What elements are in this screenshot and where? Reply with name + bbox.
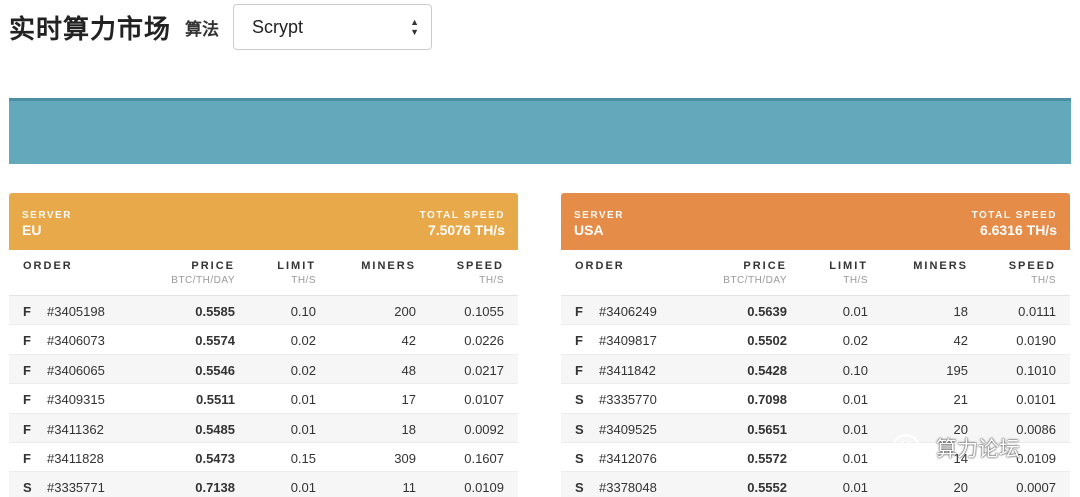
watermark: 算力论坛 [892,433,1020,463]
table-row[interactable]: F #3406065 0.5546 0.02 48 0.0217 [9,354,518,385]
algorithm-label: 算法 [185,19,220,40]
server-panel-eu: SERVER EU TOTAL SPEED 7.5076 TH/s ORDER … [9,193,518,497]
orders-table-usa: F #3406249 0.5639 0.01 18 0.0111 F #3409817 0.5… [561,296,1070,497]
total-speed-caption: TOTAL SPEED [971,210,1057,221]
server-caption: SERVER [22,210,72,221]
table-row[interactable]: F #3411362 0.5485 0.01 18 0.0092 [9,413,518,443]
table-row[interactable]: S #3335771 0.7138 0.01 11 0.0109 [9,472,518,497]
panel-header-eu: SERVER EU TOTAL SPEED 7.5076 TH/s [9,193,518,250]
table-row[interactable]: F #3409315 0.5511 0.01 17 0.0107 [9,384,518,414]
column-limit[interactable]: LIMIT TH/S [829,260,868,286]
select-arrows-icon: ▲ ▼ [410,17,420,37]
table-row[interactable]: F #3406073 0.5574 0.02 42 0.0226 [9,325,518,355]
algorithm-select-value: Scrypt [252,16,304,37]
column-miners[interactable]: MINERS [913,260,968,272]
wechat-icon [892,434,929,462]
table-row[interactable]: S #3378048 0.5552 0.01 20 0.0007 [561,472,1070,497]
page-title: 实时算力市场 [9,14,172,45]
page-header: 实时算力市场 算法 Scrypt ▲ ▼ [9,4,433,50]
column-speed[interactable]: SPEED TH/S [1009,260,1056,286]
algorithm-select[interactable]: Scrypt ▲ ▼ [233,4,433,50]
total-speed-value: 7.5076 TH/s [427,222,505,238]
table-row[interactable]: F #3411828 0.5473 0.15 309 0.1607 [9,443,518,473]
watermark-text: 算力论坛 [936,437,1020,461]
total-speed-value: 6.6316 TH/s [979,222,1057,238]
server-caption: SERVER [574,210,624,221]
column-price[interactable]: PRICE BTC/TH/DAY [723,260,787,286]
column-order[interactable]: ORDER [23,260,73,272]
column-order[interactable]: ORDER [575,260,625,272]
table-row[interactable]: S #3335770 0.7098 0.01 21 0.0101 [561,384,1070,414]
table-row[interactable]: F #3406249 0.5639 0.01 18 0.0111 [561,296,1070,326]
column-limit[interactable]: LIMIT TH/S [277,260,316,286]
table-header: ORDER PRICE BTC/TH/DAY LIMIT TH/S MINERS S… [9,250,518,296]
panel-header-usa: SERVER USA TOTAL SPEED 6.6316 TH/s [561,193,1070,250]
orders-table-eu: F #3405198 0.5585 0.10 200 0.1055 F #3406073 0.… [9,296,518,497]
table-header: ORDER PRICE BTC/TH/DAY LIMIT TH/S MINERS S… [561,250,1070,296]
table-row[interactable]: F #3405198 0.5585 0.10 200 0.1055 [9,296,518,326]
column-price[interactable]: PRICE BTC/TH/DAY [171,260,235,286]
server-name: EU [22,222,42,238]
table-row[interactable]: F #3409817 0.5502 0.02 42 0.0190 [561,325,1070,355]
column-miners[interactable]: MINERS [361,260,416,272]
speed-chart-banner [9,98,1071,164]
column-speed[interactable]: SPEED TH/S [457,260,504,286]
server-name: USA [574,222,604,238]
table-row[interactable]: F #3411842 0.5428 0.10 195 0.1010 [561,354,1070,385]
total-speed-caption: TOTAL SPEED [419,210,505,221]
